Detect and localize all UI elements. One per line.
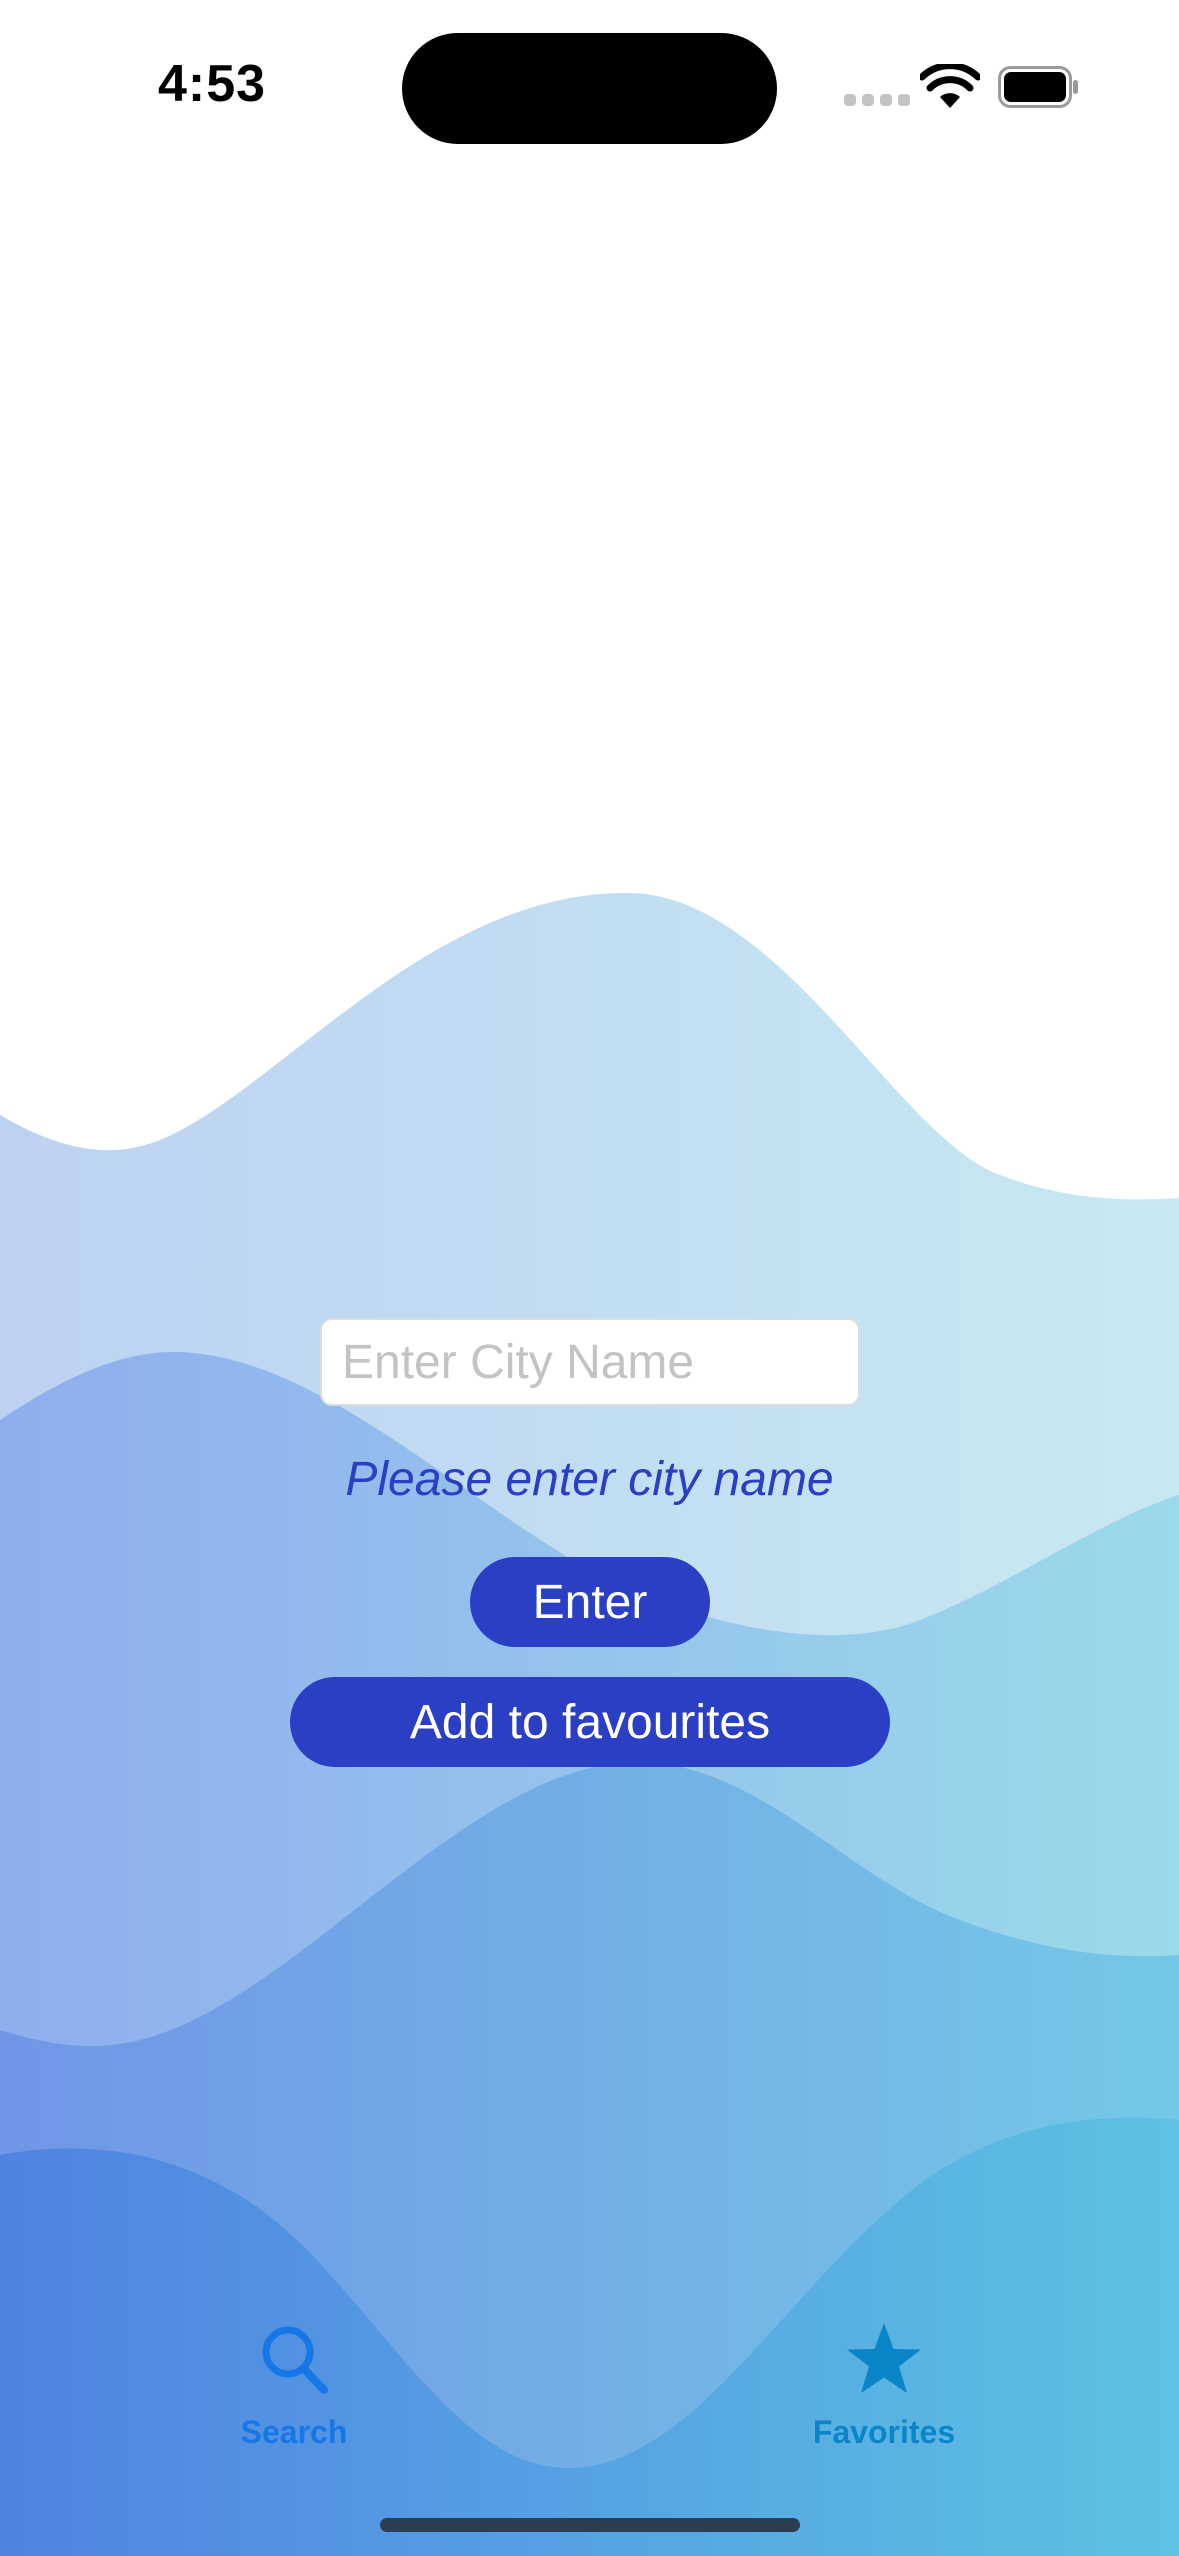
wifi-icon xyxy=(920,64,980,108)
wave-background xyxy=(0,892,1179,2556)
tab-favorites-label: Favorites xyxy=(812,2414,956,2450)
add-to-favourites-button[interactable]: Add to favourites xyxy=(290,1677,890,1767)
tab-search-label: Search xyxy=(240,2414,348,2450)
battery-icon xyxy=(998,66,1078,108)
enter-button[interactable]: Enter xyxy=(470,1557,710,1647)
star-icon xyxy=(847,2323,921,2393)
dynamic-island xyxy=(402,33,777,144)
screen: 4:53 Please enter city name Enter Add to… xyxy=(0,0,1179,2556)
city-name-input[interactable] xyxy=(320,1318,860,1406)
tab-favorites[interactable]: Favorites xyxy=(764,2320,1004,2451)
cellular-signal-icon xyxy=(844,94,910,106)
tab-search[interactable]: Search xyxy=(174,2320,414,2451)
magnifying-glass-icon xyxy=(262,2326,328,2394)
home-indicator[interactable] xyxy=(380,2518,800,2532)
city-name-hint: Please enter city name xyxy=(345,1453,834,1506)
status-time: 4:53 xyxy=(158,55,267,113)
